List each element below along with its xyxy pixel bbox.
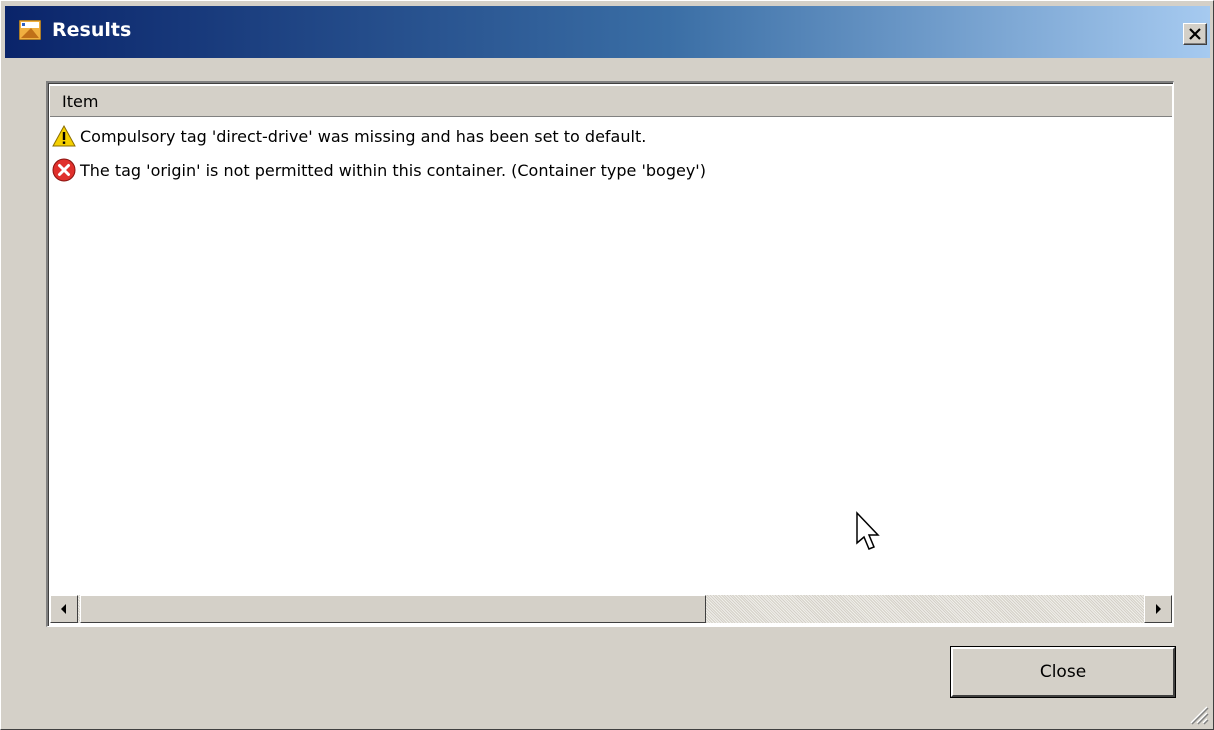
scroll-left-button[interactable] — [50, 595, 78, 623]
results-list[interactable]: Item Compulsory tag 'direct-drive' was m… — [46, 81, 1174, 627]
arrow-right-icon — [1156, 604, 1161, 614]
column-header-label: Item — [62, 92, 99, 111]
horizontal-scrollbar[interactable] — [50, 595, 1172, 623]
resize-grip-icon[interactable] — [1185, 701, 1209, 725]
title-close-button[interactable] — [1183, 23, 1207, 45]
list-item[interactable]: The tag 'origin' is not permitted within… — [52, 155, 1152, 185]
results-dialog: Results Item Compulsory tag 'direct-driv… — [0, 0, 1214, 730]
scroll-right-button[interactable] — [1144, 595, 1172, 623]
title-bar[interactable]: Results — [5, 6, 1210, 58]
scroll-thumb[interactable] — [80, 595, 706, 623]
app-icon — [19, 20, 41, 40]
list-item[interactable]: Compulsory tag 'direct-drive' was missin… — [52, 121, 1152, 151]
error-icon — [52, 158, 76, 182]
arrow-left-icon — [61, 604, 66, 614]
list-item-text: Compulsory tag 'direct-drive' was missin… — [80, 126, 647, 146]
warning-icon — [52, 124, 76, 147]
window-title: Results — [52, 19, 132, 41]
close-button[interactable]: Close — [951, 647, 1175, 697]
close-icon — [1189, 28, 1201, 40]
mouse-cursor-icon — [856, 511, 880, 550]
column-header-item[interactable]: Item — [50, 85, 1172, 117]
list-item-text: The tag 'origin' is not permitted within… — [80, 160, 706, 180]
